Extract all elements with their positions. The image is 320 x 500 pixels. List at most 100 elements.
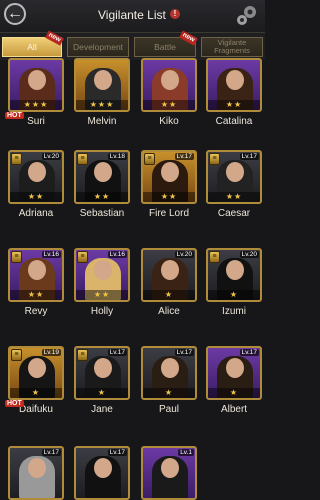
star-rating: ★★: [143, 100, 195, 110]
portrait-face: [226, 70, 244, 90]
star-rating: ★★★: [76, 100, 128, 110]
portrait-face: [28, 458, 46, 478]
vigilante-card[interactable]: ≡ Lv.17 ★★: [206, 150, 262, 204]
filter-tabs: All new Development Battle new Vigilante…: [0, 30, 265, 60]
vigilante-name: Albert: [220, 404, 248, 415]
back-button[interactable]: ←: [4, 3, 26, 25]
star-rating: ★★: [76, 192, 128, 202]
star-rating: ★★: [143, 192, 195, 202]
level-label: Lv.17: [239, 153, 259, 160]
vigilante-name: Caesar: [217, 208, 251, 219]
tab-vigilante-fragments[interactable]: Vigilante Fragments: [201, 37, 263, 57]
vigilante-name: Sebastian: [79, 208, 125, 219]
tab-development[interactable]: Development: [67, 37, 129, 57]
hot-tag: HOT: [5, 112, 24, 119]
new-tag: new: [45, 30, 64, 46]
level-label: Lv.18: [107, 153, 127, 160]
vigilante-name: Holly: [90, 306, 114, 317]
level-label: Lv.17: [174, 349, 194, 356]
level-label: Lv.17: [239, 349, 259, 356]
vigilante-card[interactable]: Lv.17 ★: [206, 346, 262, 400]
vigilante-card[interactable]: ★★★: [74, 58, 130, 112]
level-label: Lv.17: [174, 153, 194, 160]
rank-badge-icon: ≡: [209, 251, 220, 263]
star-rating: ★★: [10, 192, 62, 202]
portrait-face: [161, 162, 179, 182]
portrait-face: [94, 70, 112, 90]
portrait-face: [161, 458, 179, 478]
rank-badge-icon: ≡: [11, 153, 22, 165]
portrait-face: [28, 260, 46, 280]
rank-badge-icon: ≡: [77, 251, 88, 263]
vigilante-card[interactable]: ≡ Lv.18 ★★: [74, 150, 130, 204]
star-rating: ★★: [10, 290, 62, 300]
vigilante-name: Fire Lord: [148, 208, 189, 219]
star-rating: ★★: [76, 290, 128, 300]
star-rating: ★★: [208, 100, 260, 110]
star-rating: ★: [143, 290, 195, 300]
vigilante-card[interactable]: ≡ Lv.16 ★★: [8, 248, 64, 302]
vigilante-name: Paul: [158, 404, 179, 415]
info-icon[interactable]: !: [170, 9, 180, 19]
level-label: Lv.17: [107, 349, 127, 356]
tab-label: All: [27, 42, 37, 52]
rank-badge-icon: ≡: [209, 153, 220, 165]
star-rating: ★★★: [10, 100, 62, 110]
vigilante-card[interactable]: ★★: [206, 58, 262, 112]
vigilante-card[interactable]: ≡ Lv.20 ★: [206, 248, 262, 302]
portrait-face: [94, 162, 112, 182]
hot-tag: HOT: [5, 400, 24, 407]
tab-label: Battle: [154, 42, 176, 52]
level-label: Lv.20: [174, 251, 194, 258]
level-label: Lv.20: [239, 251, 259, 258]
portrait-face: [161, 70, 179, 90]
vigilante-card[interactable]: Lv.1: [141, 446, 197, 500]
level-label: Lv.20: [41, 153, 61, 160]
portrait-face: [94, 260, 112, 280]
new-tag: new: [179, 30, 198, 46]
level-label: Lv.16: [107, 251, 127, 258]
vigilante-name: Revy: [24, 306, 48, 317]
vigilante-card[interactable]: ★★★: [8, 58, 64, 112]
vigilante-name: Melvin: [87, 116, 117, 127]
portrait-face: [28, 358, 46, 378]
vigilante-name: Adriana: [18, 208, 54, 219]
vigilante-name: Jane: [91, 404, 113, 415]
vigilante-card[interactable]: ★★: [141, 58, 197, 112]
vigilante-name: Catalina: [215, 116, 253, 127]
portrait-face: [226, 358, 244, 378]
rank-badge-icon: ≡: [77, 349, 88, 361]
star-rating: ★: [208, 388, 260, 398]
vigilante-card[interactable]: Lv.17: [74, 446, 130, 500]
vigilante-card[interactable]: ≡ Lv.16 ★★: [74, 248, 130, 302]
vigilante-card[interactable]: Lv.17: [8, 446, 64, 500]
tab-label: Vigilante Fragments: [214, 38, 250, 55]
star-rating: ★: [10, 388, 62, 398]
vigilante-card[interactable]: Lv.20 ★: [141, 248, 197, 302]
rank-badge-icon: ≡: [144, 153, 155, 165]
settings-gear-icon[interactable]: [234, 3, 260, 27]
level-label: Lv.17: [41, 449, 61, 456]
star-rating: ★: [76, 388, 128, 398]
rank-badge-icon: ≡: [11, 251, 22, 263]
tab-battle[interactable]: Battle new: [134, 30, 198, 57]
vigilante-card[interactable]: ≡ Lv.17 ★: [74, 346, 130, 400]
tab-all[interactable]: All new: [2, 30, 64, 57]
portrait-face: [161, 260, 179, 280]
portrait-face: [28, 162, 46, 182]
portrait-face: [161, 358, 179, 378]
portrait-face: [226, 162, 244, 182]
vigilante-card[interactable]: ≡ Lv.20 ★★: [8, 150, 64, 204]
portrait-face: [94, 358, 112, 378]
star-rating: ★: [143, 388, 195, 398]
vigilante-name: Alice: [158, 306, 180, 317]
tab-label: Development: [72, 42, 124, 52]
level-label: Lv.19: [41, 349, 61, 356]
rank-badge-icon: ≡: [11, 349, 22, 361]
vigilante-card[interactable]: ≡ Lv.17 ★★: [141, 150, 197, 204]
portrait-face: [226, 260, 244, 280]
vigilante-card[interactable]: ≡ Lv.19 ★: [8, 346, 64, 400]
star-rating: ★★: [208, 192, 260, 202]
vigilante-card[interactable]: Lv.17 ★: [141, 346, 197, 400]
level-label: Lv.1: [178, 449, 194, 456]
